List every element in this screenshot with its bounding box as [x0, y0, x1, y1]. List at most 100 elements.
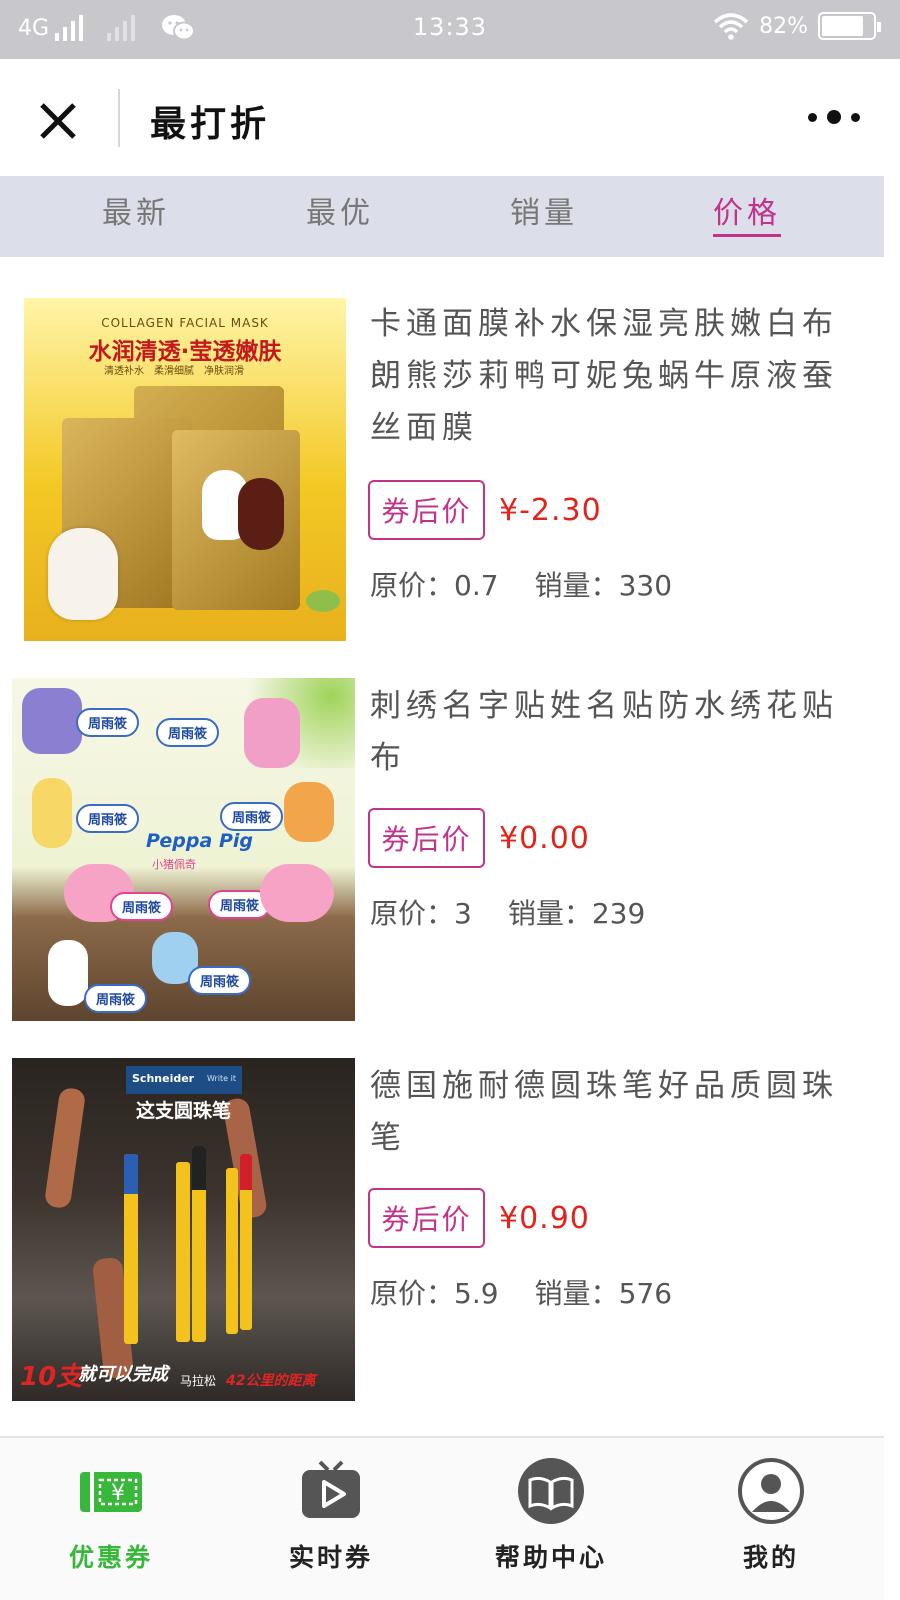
battery-percent: 82%: [759, 13, 808, 39]
sales-count: 576: [618, 1277, 673, 1310]
wifi-icon: [713, 13, 749, 40]
tab-sales[interactable]: 销量: [510, 188, 578, 232]
sticker-character: [284, 782, 334, 842]
name-sticker: 周雨筱: [76, 804, 140, 833]
pen-yellow: [176, 1162, 190, 1342]
product-image-ballpoint-pens[interactable]: Schneider Write it 这支圆珠笔 10支 就可以完成 马拉松 4…: [12, 1058, 355, 1401]
sticker-character: [32, 778, 72, 848]
brand-banner: Schneider Write it: [126, 1066, 242, 1094]
tab-price[interactable]: 价格: [713, 188, 781, 237]
product-item[interactable]: COLLAGEN FACIAL MASK 水润清透·莹透嫩肤 清透补水 柔滑细腻…: [0, 298, 884, 643]
page-title: 最打折: [150, 103, 271, 145]
slogan-mid: 就可以完成: [78, 1364, 168, 1385]
sales-count: 239: [591, 897, 646, 930]
tab-coupons[interactable]: ¥ 优惠券: [36, 1456, 186, 1574]
original-price-group: 原价：5.9: [370, 1272, 499, 1312]
bear-figure: [238, 478, 284, 550]
name-sticker: 周雨筱: [156, 718, 220, 747]
original-price-group: 原价：0.7: [370, 564, 499, 604]
product-item[interactable]: Schneider Write it 这支圆珠笔 10支 就可以完成 马拉松 4…: [0, 1058, 884, 1403]
coupon-tag: 券后价: [368, 480, 485, 540]
sticker-george: [260, 864, 334, 922]
close-icon[interactable]: [32, 95, 84, 147]
sales-label: 销量：: [534, 1277, 619, 1310]
peppa-pig-cn: 小猪佩奇: [152, 858, 196, 871]
more-options-button[interactable]: [808, 107, 860, 127]
sort-tabs: 最新 最优 销量 价格: [0, 176, 884, 257]
coupon-price-row: 券后价 ¥0.00: [368, 808, 590, 868]
name-sticker: 周雨筱: [76, 708, 140, 737]
tab-label: 优惠券: [68, 1543, 153, 1572]
image-feature: 柔滑细腻: [154, 366, 194, 377]
image-headline: 这支圆珠笔: [135, 1100, 231, 1122]
name-sticker: 周雨筱: [110, 892, 174, 921]
tab-realtime[interactable]: 实时券: [256, 1456, 406, 1574]
sales-group: 销量：330: [535, 564, 672, 604]
coupon-price: ¥0.90: [499, 1200, 590, 1236]
peppa-pig-logo: Peppa Pig: [146, 830, 253, 852]
product-image-facial-mask[interactable]: COLLAGEN FACIAL MASK 水润清透·莹透嫩肤 清透补水 柔滑细腻…: [24, 298, 346, 641]
mask-pack-front: [172, 430, 300, 610]
pen-yellow: [192, 1146, 206, 1342]
product-item[interactable]: 周雨筱 周雨筱 周雨筱 周雨筱 Peppa Pig 小猪佩奇 周雨筱 周雨筱 周…: [0, 678, 884, 1023]
coupon-price: ¥-2.30: [499, 492, 602, 528]
product-title[interactable]: 卡通面膜补水保湿亮肤嫩白布朗熊莎莉鸭可妮兔蜗牛原液蚕丝面膜: [370, 298, 850, 454]
product-title[interactable]: 刺绣名字贴姓名贴防水绣花贴布: [370, 680, 850, 784]
pen-yellow: [124, 1154, 138, 1344]
leaf-decoration: [306, 590, 340, 612]
tab-mine[interactable]: 我的: [696, 1456, 846, 1574]
tv-play-icon: [302, 1460, 360, 1518]
sales-group: 销量：576: [535, 1272, 672, 1312]
nav-divider: [118, 89, 120, 147]
pen-yellow: [240, 1154, 252, 1330]
user-icon: [738, 1458, 804, 1524]
image-features: 清透补水 柔滑细腻 净肤润滑: [104, 362, 244, 377]
sales-group: 销量：239: [508, 892, 645, 932]
product-title[interactable]: 德国施耐德圆珠笔好品质圆珠笔: [370, 1060, 850, 1164]
brand-sub: Write it: [206, 1074, 236, 1083]
coupon-ticket-icon: ¥: [80, 1472, 142, 1512]
tab-newest[interactable]: 最新: [102, 188, 170, 232]
bottom-tab-bar: ¥ 优惠券 实时券 帮助中心 我的: [0, 1436, 884, 1600]
image-feature: 清透补水: [104, 366, 144, 377]
coupon-price: ¥0.00: [499, 820, 590, 856]
tab-label: 我的: [742, 1543, 799, 1572]
image-tagline: COLLAGEN FACIAL MASK: [101, 316, 269, 330]
original-price-label: 原价：: [370, 897, 455, 930]
product-image-name-stickers[interactable]: 周雨筱 周雨筱 周雨筱 周雨筱 Peppa Pig 小猪佩奇 周雨筱 周雨筱 周…: [12, 678, 355, 1021]
sticker-character: [244, 698, 300, 768]
original-price-label: 原价：: [370, 569, 455, 602]
name-sticker: 周雨筱: [84, 984, 148, 1013]
book-icon: [518, 1458, 584, 1524]
slogan-big: 10支: [20, 1362, 83, 1392]
tab-best[interactable]: 最优: [306, 188, 374, 232]
name-sticker: 周雨筱: [188, 966, 252, 995]
product-meta: 原价：3 销量：239: [370, 892, 645, 932]
sales-label: 销量：: [507, 897, 592, 930]
image-headline: 水润清透·莹透嫩肤: [88, 339, 282, 365]
tab-help-center[interactable]: 帮助中心: [476, 1456, 626, 1574]
status-right: 82%: [713, 12, 881, 40]
slogan-small: 马拉松: [180, 1374, 217, 1388]
coupon-price-row: 券后价 ¥0.90: [368, 1188, 590, 1248]
sales-count: 330: [618, 569, 673, 602]
product-meta: 原价：5.9 销量：576: [370, 1272, 672, 1312]
nav-bar: 最打折: [0, 59, 900, 176]
tab-label: 实时券: [288, 1543, 373, 1572]
original-price: 3: [454, 897, 472, 930]
status-bar: 4G 13:33 82%: [0, 0, 900, 59]
sticker-character: [48, 940, 88, 1006]
coupon-tag: 券后价: [368, 1188, 485, 1248]
original-price: 0.7: [454, 569, 499, 602]
image-feature: 净肤润滑: [204, 366, 244, 377]
sticker-character: [22, 688, 82, 754]
pen-yellow: [226, 1168, 238, 1334]
coupon-tag: 券后价: [368, 808, 485, 868]
original-price-label: 原价：: [370, 1277, 455, 1310]
original-price: 5.9: [454, 1277, 499, 1310]
svg-text:¥: ¥: [111, 1481, 125, 1506]
coupon-price-row: 券后价 ¥-2.30: [368, 480, 602, 540]
original-price-group: 原价：3: [370, 892, 472, 932]
name-sticker: 周雨筱: [220, 802, 284, 831]
slogan-red: 42公里的距离: [226, 1373, 316, 1389]
